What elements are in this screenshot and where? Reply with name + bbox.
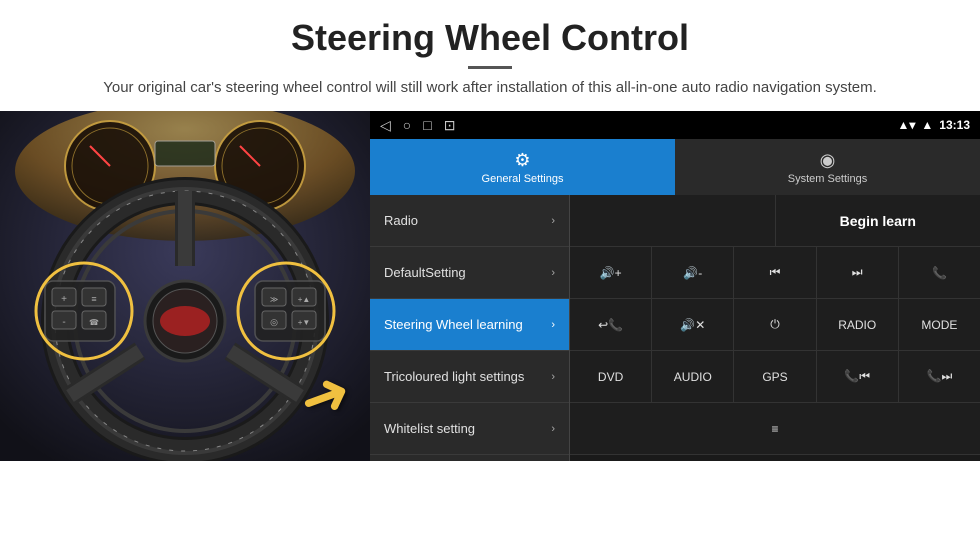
time-display: 13:13 <box>939 118 970 132</box>
menu-item-default-setting[interactable]: DefaultSetting › <box>370 247 569 299</box>
status-indicators: ▲▾ ▲ 13:13 <box>898 118 971 132</box>
radio-label: RADIO <box>838 318 876 332</box>
status-bar: ◁ ○ □ ⊡ ▲▾ ▲ 13:13 <box>370 111 980 139</box>
svg-text:+: + <box>61 294 67 305</box>
ctrl-empty-slot <box>570 195 776 246</box>
list-button[interactable]: ≡ <box>570 403 980 454</box>
next-track-icon: ⏭ <box>852 265 863 280</box>
svg-text:☎: ☎ <box>89 318 99 327</box>
mute-button[interactable]: 🔊✕ <box>652 299 734 350</box>
wifi-icon: ▲ <box>921 118 933 132</box>
svg-text:-: - <box>62 317 65 328</box>
tab-system-settings[interactable]: ◉ System Settings <box>675 139 980 195</box>
svg-text:◎: ◎ <box>270 317 278 327</box>
vol-up-button[interactable]: 🔊+ <box>570 247 652 298</box>
phone-next-button[interactable]: 📞⏭ <box>899 351 980 402</box>
car-image-panel: + - ≡ ☎ ≫ ◎ +▲ +▼ ➜ <box>0 111 370 461</box>
menu-item-tricoloured[interactable]: Tricoloured light settings › <box>370 351 569 403</box>
phone-icon: 📞 <box>932 266 947 280</box>
title-divider <box>468 66 512 69</box>
svg-text:+▼: +▼ <box>298 318 311 327</box>
ctrl-row-0: Begin learn <box>570 195 980 247</box>
phone-prev-button[interactable]: 📞⏮ <box>817 351 899 402</box>
left-menu: Radio › DefaultSetting › Steering Wheel … <box>370 195 570 461</box>
tab-system-label: System Settings <box>788 173 867 185</box>
vol-down-button[interactable]: 🔊- <box>652 247 734 298</box>
svg-text:+▲: +▲ <box>298 295 311 304</box>
menu-item-radio[interactable]: Radio › <box>370 195 569 247</box>
home-nav-icon[interactable]: ○ <box>403 117 411 133</box>
chevron-steering-icon: › <box>551 319 555 331</box>
phone-next-icon: 📞⏭ <box>927 369 953 384</box>
system-settings-icon: ◉ <box>820 150 836 171</box>
audio-button[interactable]: AUDIO <box>652 351 734 402</box>
dvd-label: DVD <box>598 370 623 384</box>
general-settings-icon: ⚙ <box>514 150 530 171</box>
menu-item-whitelist[interactable]: Whitelist setting › <box>370 403 569 455</box>
dvd-button[interactable]: DVD <box>570 351 652 402</box>
power-icon: ⏻ <box>770 317 780 332</box>
next-track-button[interactable]: ⏭ <box>817 247 899 298</box>
audio-label: AUDIO <box>674 370 712 384</box>
top-section: Steering Wheel Control Your original car… <box>0 0 980 111</box>
power-button[interactable]: ⏻ <box>734 299 816 350</box>
ctrl-row-4: ≡ <box>570 403 980 455</box>
begin-learn-button[interactable]: Begin learn <box>776 195 980 246</box>
chevron-whitelist-icon: › <box>551 423 555 435</box>
radio-button[interactable]: RADIO <box>817 299 899 350</box>
hangup-button[interactable]: ↩📞 <box>570 299 652 350</box>
prev-track-icon: ⏮ <box>770 265 781 280</box>
chevron-radio-icon: › <box>551 215 555 227</box>
mode-label: MODE <box>921 318 957 332</box>
mode-button[interactable]: MODE <box>899 299 980 350</box>
ctrl-row-1: 🔊+ 🔊- ⏮ ⏭ 📞 <box>570 247 980 299</box>
right-control-panel: Begin learn 🔊+ 🔊- ⏮ ⏭ <box>570 195 980 461</box>
tab-general-settings[interactable]: ⚙ General Settings <box>370 139 675 195</box>
signal-icon: ▲▾ <box>898 118 916 132</box>
subtitle-text: Your original car's steering wheel contr… <box>60 77 920 100</box>
ctrl-row-2: ↩📞 🔊✕ ⏻ RADIO MODE <box>570 299 980 351</box>
cast-nav-icon[interactable]: ⊡ <box>444 117 456 134</box>
svg-text:≫: ≫ <box>270 295 278 304</box>
gps-label: GPS <box>762 370 787 384</box>
page-title: Steering Wheel Control <box>60 18 920 58</box>
android-panel: ◁ ○ □ ⊡ ▲▾ ▲ 13:13 ⚙ General Settings ◉ … <box>370 111 980 461</box>
list-icon: ≡ <box>771 422 778 436</box>
gps-button[interactable]: GPS <box>734 351 816 402</box>
chevron-default-icon: › <box>551 267 555 279</box>
vol-down-icon: 🔊- <box>683 266 702 280</box>
nav-buttons: ◁ ○ □ ⊡ <box>380 117 455 134</box>
svg-text:≡: ≡ <box>91 294 96 304</box>
menu-item-steering-wheel[interactable]: Steering Wheel learning › <box>370 299 569 351</box>
tab-bar: ⚙ General Settings ◉ System Settings <box>370 139 980 195</box>
phone-prev-icon: 📞⏮ <box>844 369 870 384</box>
hangup-icon: ↩📞 <box>598 318 623 332</box>
tab-general-label: General Settings <box>482 173 564 185</box>
phone-button[interactable]: 📞 <box>899 247 980 298</box>
ctrl-row-3: DVD AUDIO GPS 📞⏮ 📞⏭ <box>570 351 980 403</box>
vol-up-icon: 🔊+ <box>600 266 622 280</box>
chevron-tricoloured-icon: › <box>551 371 555 383</box>
recent-nav-icon[interactable]: □ <box>423 117 431 133</box>
panel-body: Radio › DefaultSetting › Steering Wheel … <box>370 195 980 461</box>
back-nav-icon[interactable]: ◁ <box>380 117 391 134</box>
prev-track-button[interactable]: ⏮ <box>734 247 816 298</box>
mute-icon: 🔊✕ <box>680 318 705 332</box>
content-area: + - ≡ ☎ ≫ ◎ +▲ +▼ ➜ ◁ <box>0 111 980 461</box>
